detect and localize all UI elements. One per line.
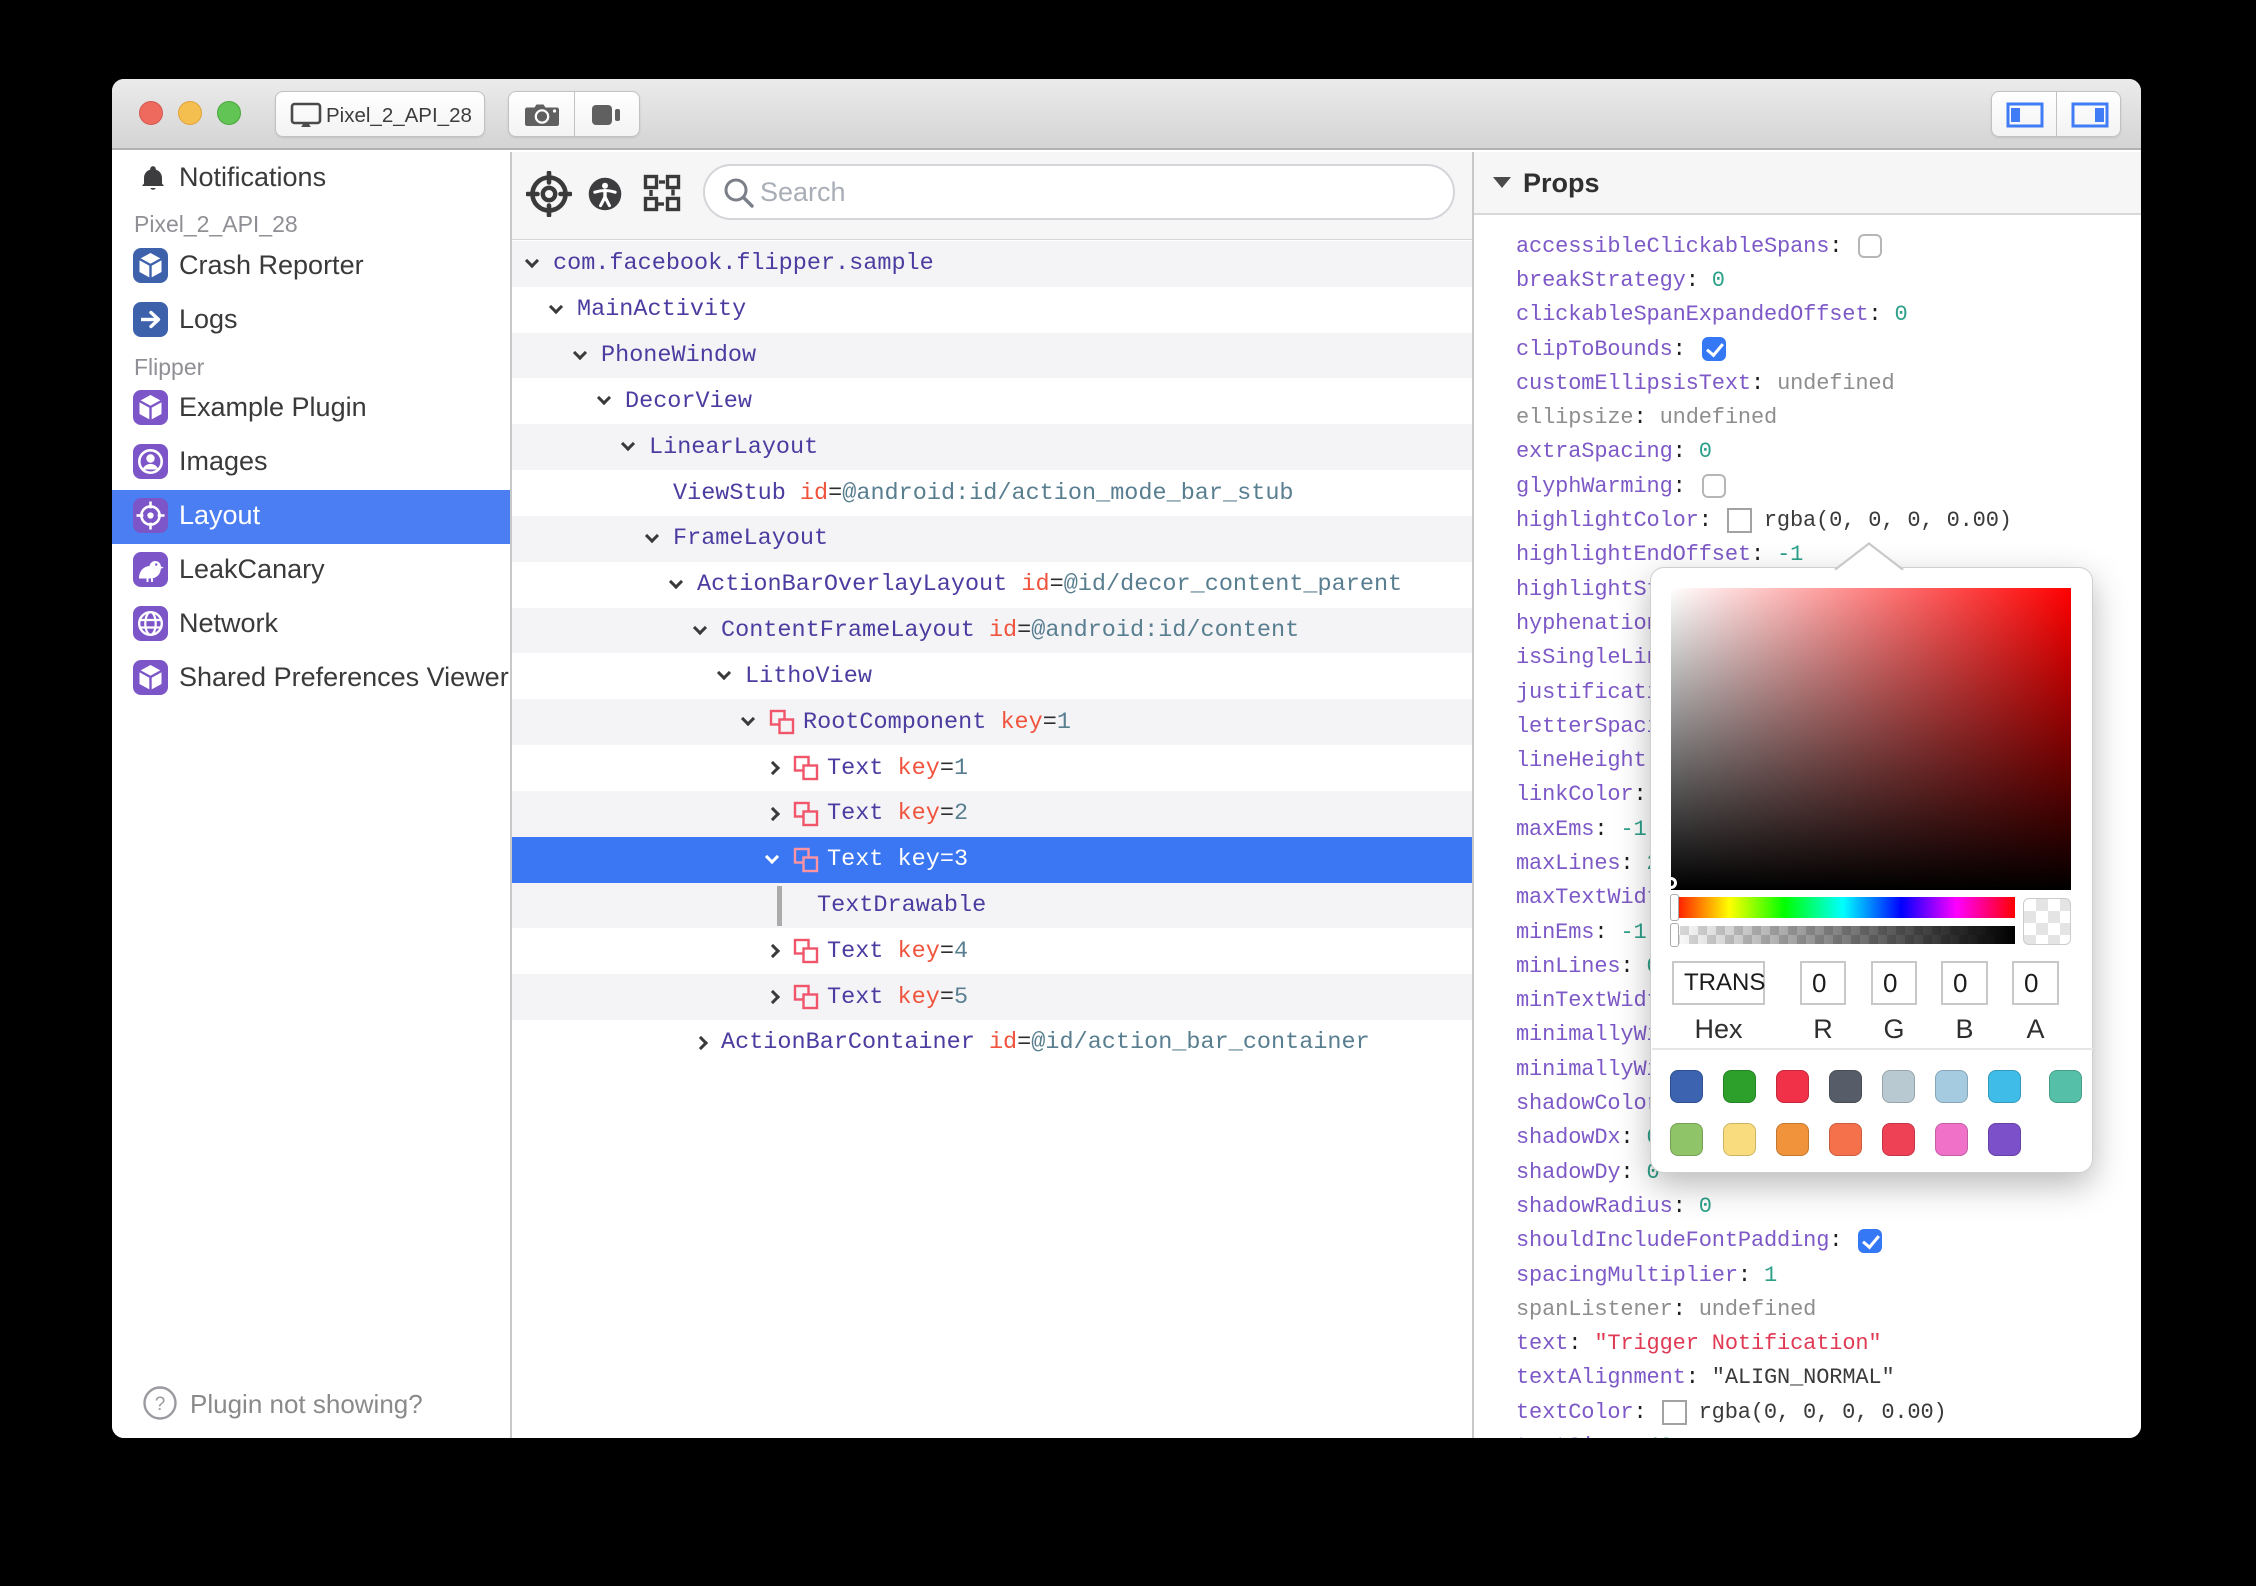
svg-text:?: ? [155,1394,166,1415]
